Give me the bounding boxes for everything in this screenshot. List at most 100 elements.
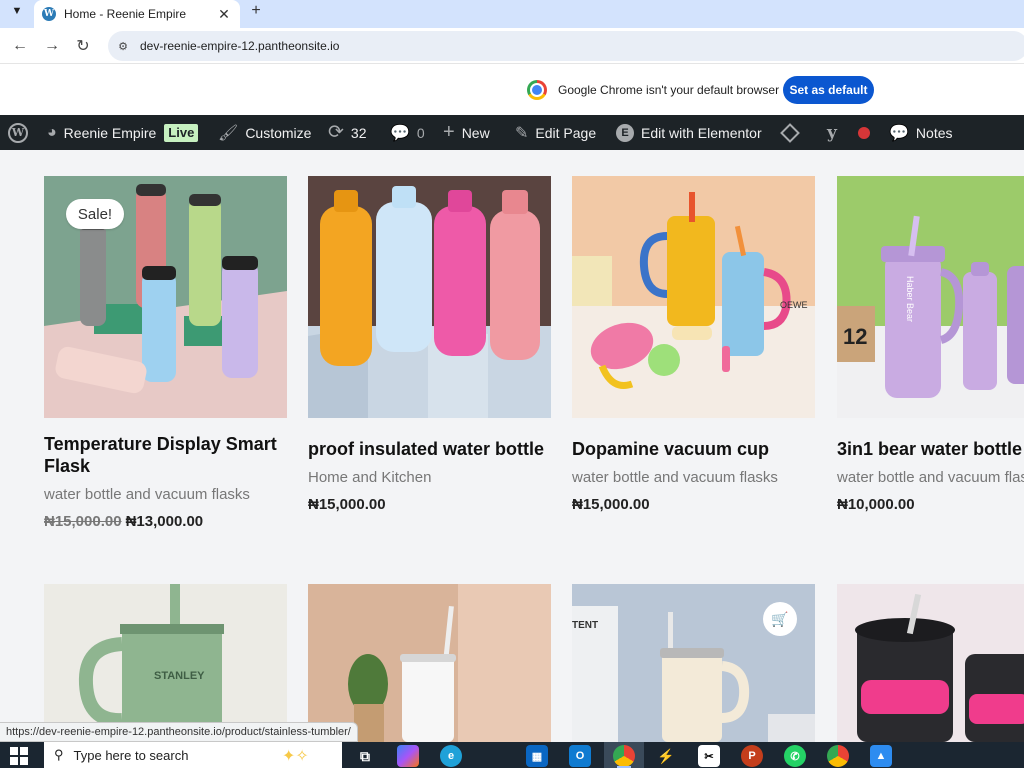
product-title-1[interactable]: Temperature Display Smart Flask bbox=[44, 433, 284, 477]
chrome-logo-icon bbox=[527, 80, 547, 100]
product-category-1[interactable]: water bottle and vacuum flasks bbox=[44, 486, 250, 503]
wp-logo-menu[interactable]: W bbox=[8, 115, 28, 150]
product-title-2[interactable]: proof insulated water bottle bbox=[308, 438, 548, 460]
elementor-logo: E bbox=[616, 123, 634, 142]
new-content-menu[interactable]: + New bbox=[443, 115, 490, 150]
tab-close-icon[interactable]: ✕ bbox=[216, 6, 232, 23]
diamond-icon bbox=[780, 122, 800, 143]
photos-icon[interactable]: ▲ bbox=[870, 745, 892, 767]
product-image-pink-tumbler[interactable] bbox=[837, 584, 1024, 742]
store-icon[interactable]: ▦ bbox=[526, 745, 548, 767]
sale-price: ₦13,000.00 bbox=[125, 513, 204, 530]
product-category-3[interactable]: water bottle and vacuum flasks bbox=[572, 469, 778, 486]
haber-bear-label: Haber Bear bbox=[905, 276, 915, 322]
new-tab-button[interactable]: + bbox=[246, 1, 266, 21]
tab-home[interactable]: W Home - Reenie Empire ✕ bbox=[34, 0, 240, 28]
stanley-label: STANLEY bbox=[154, 670, 205, 682]
product-category-2[interactable]: Home and Kitchen bbox=[308, 469, 431, 486]
reload-icon[interactable]: ↻ bbox=[71, 34, 95, 58]
yoast-icon: y bbox=[827, 122, 837, 143]
product-price-3: ₦15,000.00 bbox=[572, 496, 650, 513]
plugin-diamond-menu[interactable] bbox=[780, 115, 800, 150]
comments-count: 0 bbox=[416, 124, 425, 141]
dopamine-cups-illustration: OEWE bbox=[572, 176, 815, 418]
customize-label: Customize bbox=[245, 124, 312, 141]
updates-menu[interactable]: ⟳ 32 bbox=[328, 115, 367, 150]
edit-elementor-label: Edit with Elementor bbox=[641, 124, 762, 141]
windows-start-icon[interactable] bbox=[10, 747, 28, 765]
set-default-button[interactable]: Set as default bbox=[783, 76, 874, 104]
address-bar[interactable]: ⚙ dev-reenie-empire-12.pantheonsite.io bbox=[108, 31, 1024, 61]
url-text[interactable]: dev-reenie-empire-12.pantheonsite.io bbox=[140, 39, 339, 53]
product-title-4[interactable]: 3in1 bear water bottle bbox=[837, 438, 1024, 460]
search-icon: ⚲ bbox=[54, 747, 64, 762]
product-image-stanley-mug[interactable]: STANLEY bbox=[44, 584, 287, 742]
forward-icon[interactable]: → bbox=[40, 34, 64, 58]
back-icon[interactable]: ← bbox=[8, 34, 32, 58]
edit-page-menu[interactable]: ✎ Edit Page bbox=[515, 115, 596, 150]
wordpress-favicon-icon: W bbox=[42, 7, 56, 21]
red-status-dot-icon bbox=[858, 126, 870, 139]
product-category-4[interactable]: water bottle and vacuum flasks bbox=[837, 469, 1024, 486]
bottles-illustration bbox=[308, 176, 551, 418]
product-image-dopamine-cup[interactable]: OEWE bbox=[572, 176, 815, 418]
tab-search-chevron-icon[interactable]: ▼ bbox=[6, 1, 28, 21]
tab-strip: ▼ W Home - Reenie Empire ✕ + bbox=[0, 0, 1024, 28]
sale-badge: Sale! bbox=[66, 199, 124, 229]
chrome-taskbar-icon[interactable] bbox=[613, 745, 635, 767]
live-badge: Live bbox=[164, 123, 199, 142]
add-to-cart-icon[interactable]: 🛒 bbox=[763, 602, 797, 636]
tent-label: TENT bbox=[572, 620, 598, 631]
comment-icon: 💬 bbox=[390, 124, 410, 142]
wordpress-icon: W bbox=[8, 122, 28, 143]
site-name: Reenie Empire bbox=[63, 124, 157, 141]
powerpoint-icon[interactable]: P bbox=[741, 745, 763, 767]
site-info-icon[interactable]: ⚙ bbox=[114, 37, 132, 55]
product-price-4: ₦10,000.00 bbox=[837, 496, 915, 513]
chrome-profile-icon[interactable] bbox=[827, 745, 849, 767]
elementor-icon: E bbox=[616, 123, 634, 142]
product-price-1: ₦15,000.00 ₦13,000.00 bbox=[44, 513, 203, 530]
edge-icon[interactable]: e bbox=[440, 745, 462, 767]
status-bar-url: https://dev-reenie-empire-12.pantheonsit… bbox=[0, 722, 358, 742]
brush-icon: 🖌 bbox=[218, 124, 239, 142]
yoast-menu[interactable]: y bbox=[827, 115, 837, 150]
edit-page-label: Edit Page bbox=[535, 124, 597, 141]
status-dot-menu[interactable] bbox=[858, 115, 870, 150]
updates-count: 32 bbox=[350, 124, 367, 141]
owe-label: OEWE bbox=[780, 300, 808, 310]
outlook-icon[interactable]: O bbox=[569, 745, 591, 767]
pink-tumbler-illustration bbox=[837, 584, 1024, 742]
taskbar-search-placeholder: Type here to search bbox=[73, 747, 189, 763]
notes-menu[interactable]: 💬 Notes bbox=[889, 115, 953, 150]
old-price: ₦15,000.00 bbox=[44, 513, 122, 530]
wp-admin-bar: W ◕ Reenie Empire Live 🖌 Customize ⟳ 32 … bbox=[0, 115, 1024, 150]
product-title-3[interactable]: Dopamine vacuum cup bbox=[572, 438, 812, 460]
product-image-bear-bottle[interactable]: 12 Haber Bear bbox=[837, 176, 1024, 418]
comments-menu[interactable]: 💬 0 bbox=[390, 115, 425, 150]
white-tumbler-illustration bbox=[308, 584, 551, 742]
product-image-insulated-bottle[interactable] bbox=[308, 176, 551, 418]
product-price-2: ₦15,000.00 bbox=[308, 496, 386, 513]
edit-elementor-menu[interactable]: E Edit with Elementor bbox=[616, 115, 762, 150]
windows-taskbar: ⚲ Type here to search ✦✧ ⧉ e ▦ O ⚡ ✂ P ✆… bbox=[0, 742, 1024, 768]
plus-icon: + bbox=[443, 121, 455, 143]
winamp-icon[interactable]: ⚡ bbox=[655, 745, 677, 767]
pencil-icon: ✎ bbox=[515, 124, 529, 142]
capcut-icon[interactable]: ✂ bbox=[698, 745, 720, 767]
search-highlight-sparkle-icon[interactable]: ✦✧ bbox=[282, 746, 334, 766]
task-view-icon[interactable]: ⧉ bbox=[354, 745, 376, 767]
dashboard-icon: ◕ bbox=[47, 123, 57, 141]
tab-title: Home - Reenie Empire bbox=[64, 7, 187, 21]
svg-text:12: 12 bbox=[843, 324, 867, 349]
browser-toolbar: ← → ↻ ⚙ dev-reenie-empire-12.pantheonsit… bbox=[0, 28, 1024, 64]
updates-icon: ⟳ bbox=[328, 122, 344, 143]
bear-bottle-illustration: 12 Haber Bear bbox=[837, 176, 1024, 418]
site-name-menu[interactable]: ◕ Reenie Empire Live bbox=[47, 115, 199, 150]
whatsapp-icon[interactable]: ✆ bbox=[784, 745, 806, 767]
copilot-icon[interactable] bbox=[397, 745, 419, 767]
infobar-message: Google Chrome isn't your default browser bbox=[558, 83, 780, 97]
customize-menu[interactable]: 🖌 Customize bbox=[218, 115, 311, 150]
product-image-white-tumbler[interactable] bbox=[308, 584, 551, 742]
notes-label: Notes bbox=[915, 124, 953, 141]
